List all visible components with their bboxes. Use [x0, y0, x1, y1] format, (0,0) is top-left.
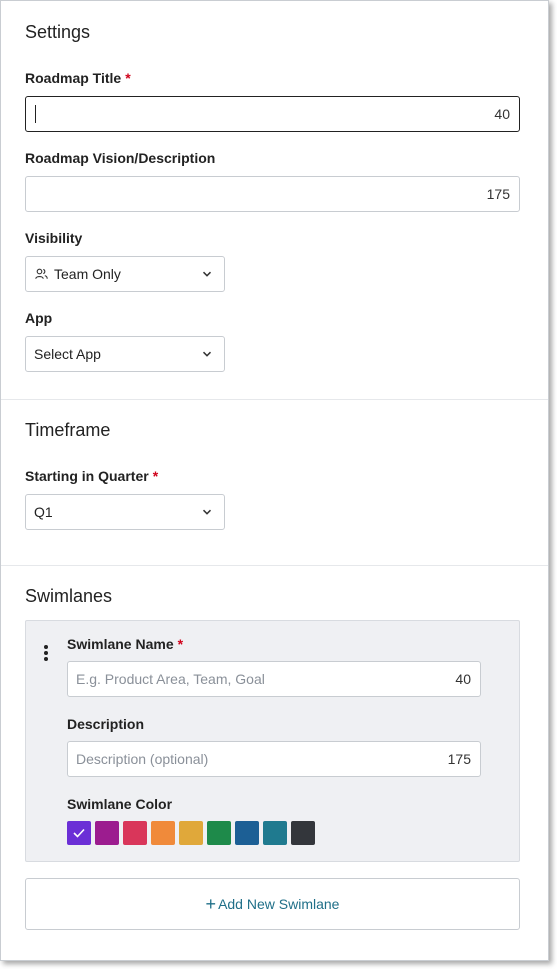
color-swatch[interactable]	[291, 821, 315, 845]
roadmap-settings-panel: Settings Roadmap Title * 40 Roadmap Visio…	[0, 0, 549, 961]
visibility-select[interactable]: Team Only	[25, 256, 225, 292]
chevron-down-icon	[202, 271, 212, 277]
plus-icon: +	[205, 894, 217, 914]
swimlane-description-label: Description	[67, 716, 145, 732]
app-select[interactable]: Select App	[25, 336, 225, 372]
starting-quarter-label-text: Starting in Quarter	[25, 468, 149, 484]
visibility-value: Team Only	[54, 266, 121, 282]
drag-handle-icon[interactable]	[43, 644, 49, 662]
timeframe-heading: Timeframe	[25, 420, 111, 440]
settings-heading: Settings	[25, 22, 91, 42]
color-swatch[interactable]	[95, 821, 119, 845]
starting-quarter-value: Q1	[34, 504, 53, 520]
color-swatch[interactable]	[235, 821, 259, 845]
section-divider	[1, 565, 548, 566]
required-asterisk: *	[125, 70, 131, 86]
color-swatch[interactable]	[263, 821, 287, 845]
checkmark-icon	[73, 828, 85, 838]
roadmap-title-input[interactable]: 40	[25, 96, 520, 132]
swimlane-color-label: Swimlane Color	[67, 796, 173, 812]
swimlane-color-picker	[67, 821, 315, 845]
swimlane-name-input[interactable]: E.g. Product Area, Team, Goal 40	[67, 661, 481, 697]
app-value: Select App	[34, 346, 101, 362]
visibility-label: Visibility	[25, 230, 83, 246]
color-swatch[interactable]	[151, 821, 175, 845]
app-label: App	[25, 310, 53, 326]
color-swatch[interactable]	[67, 821, 91, 845]
swimlane-name-placeholder: E.g. Product Area, Team, Goal	[76, 671, 265, 687]
chevron-down-icon	[202, 509, 212, 515]
swimlane-name-label: Swimlane Name *	[67, 636, 183, 652]
chevron-down-icon	[202, 351, 212, 357]
char-count: 175	[447, 751, 471, 767]
section-divider	[1, 399, 548, 400]
starting-quarter-select[interactable]: Q1	[25, 494, 225, 530]
add-new-swimlane-button[interactable]: + Add New Swimlane	[25, 878, 520, 930]
swimlane-name-label-text: Swimlane Name	[67, 636, 174, 652]
char-count: 175	[486, 186, 510, 202]
color-swatch[interactable]	[179, 821, 203, 845]
swimlane-description-input[interactable]: Description (optional) 175	[67, 741, 481, 777]
required-asterisk: *	[177, 636, 184, 652]
text-caret	[35, 105, 36, 123]
starting-quarter-label: Starting in Quarter *	[25, 468, 158, 484]
swimlane-card: Swimlane Name * E.g. Product Area, Team, …	[25, 620, 520, 862]
color-swatch[interactable]	[207, 821, 231, 845]
roadmap-title-label-text: Roadmap Title	[25, 70, 122, 86]
roadmap-vision-input[interactable]: 175	[25, 176, 520, 212]
required-asterisk: *	[152, 468, 159, 484]
swimlanes-heading: Swimlanes	[25, 586, 113, 606]
roadmap-title-label: Roadmap Title *	[25, 70, 131, 86]
char-count: 40	[494, 106, 510, 122]
roadmap-vision-label: Roadmap Vision/Description	[25, 150, 216, 166]
char-count: 40	[455, 671, 471, 687]
swimlane-description-placeholder: Description (optional)	[76, 751, 209, 767]
add-new-swimlane-label: Add New Swimlane	[218, 896, 340, 912]
people-icon	[35, 268, 48, 279]
color-swatch[interactable]	[123, 821, 147, 845]
